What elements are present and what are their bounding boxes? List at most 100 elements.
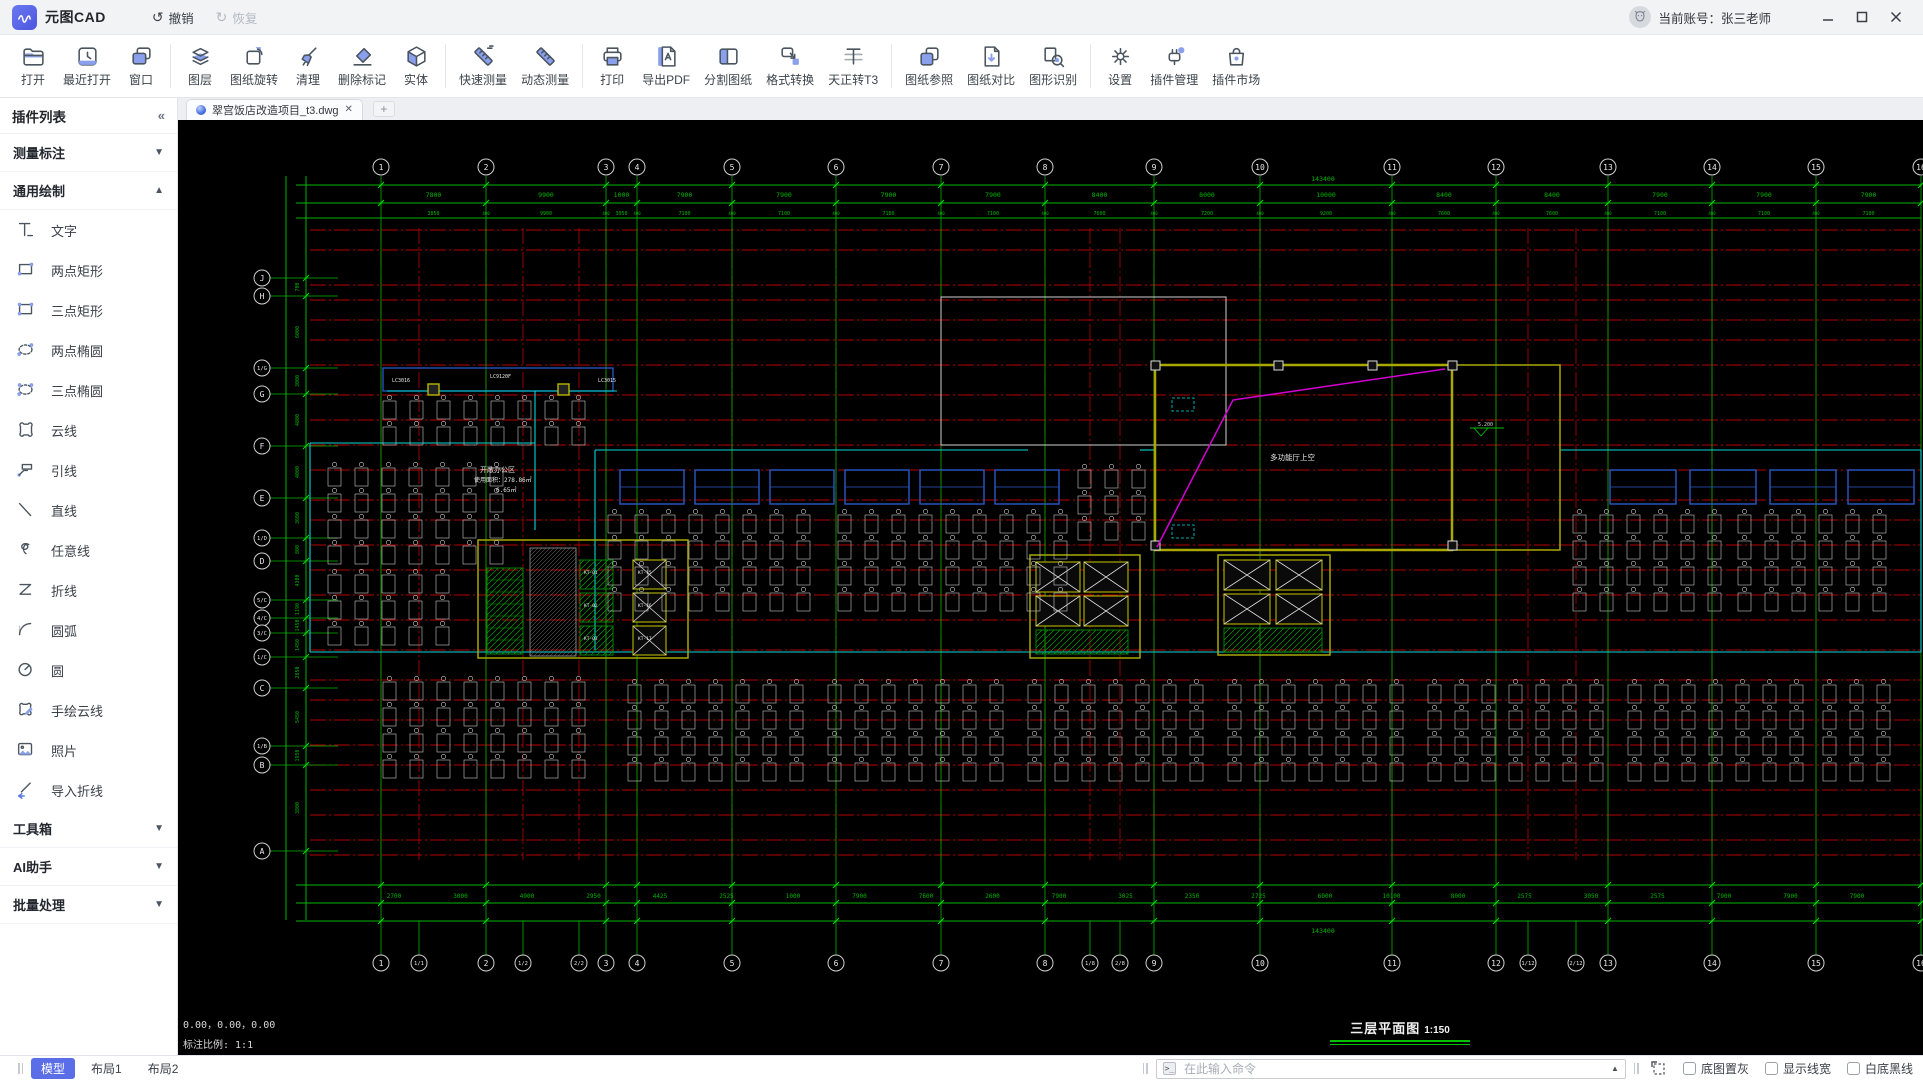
command-grip[interactable] xyxy=(1142,1063,1148,1074)
sidebar-section-label: 通用绘制 xyxy=(13,184,66,199)
cad-canvas[interactable]: 7800 3850 9900 9900 1000 3050 7900 7100 7900 7100… xyxy=(178,120,1923,1055)
svg-text:8: 8 xyxy=(1043,959,1048,968)
layout-tab-layout1[interactable]: 布局1 xyxy=(81,1058,132,1079)
toolbar-button-pdf[interactable]: 导出PDF xyxy=(635,37,697,95)
toolbar-button-broom[interactable]: 清理 xyxy=(285,37,331,95)
sidebar-item-cloud[interactable]: 云线 xyxy=(0,410,177,450)
underlay-capture-icon[interactable] xyxy=(1651,1060,1667,1077)
toolbar-button-ruler-dynamic[interactable]: 动态测量 xyxy=(514,37,576,95)
sidebar-collapse-icon[interactable]: « xyxy=(158,108,165,123)
checkbox-white-bg[interactable] xyxy=(1846,1062,1860,1075)
toolbar-button-eraser[interactable]: 删除标记 xyxy=(331,37,393,95)
sidebar-item-rect-2pt[interactable]: 两点矩形 xyxy=(0,250,177,290)
toolbar-button-window[interactable]: 窗口 xyxy=(118,37,164,95)
toggle-underlay-gray[interactable]: 底图置灰 xyxy=(1682,1060,1749,1077)
command-dropdown-icon[interactable]: ▲ xyxy=(1611,1064,1619,1073)
svg-text:4900: 4900 xyxy=(520,893,535,900)
cad-drawing-svg[interactable]: 7800385099009900100030507900710079007100… xyxy=(178,120,1923,1055)
rect-2pt-icon xyxy=(17,262,34,276)
svg-text:G: G xyxy=(260,390,265,399)
sidebar-item-text-tool[interactable]: 文字 xyxy=(0,210,177,250)
undo-icon: ↺ xyxy=(151,9,164,25)
sidebar-section-measure-annotate[interactable]: 测量标注 ▼ xyxy=(0,134,177,172)
toolbar-button-sheet-rotate[interactable]: 图纸旋转 xyxy=(223,37,285,95)
ruler-dynamic-icon xyxy=(535,47,555,66)
sidebar-section-label: 批量处理 xyxy=(13,898,66,913)
cursor-coords-readout: 0.00，0.00，0.00 xyxy=(183,1020,276,1031)
sidebar-item-import-polyline[interactable]: 导入折线 xyxy=(0,770,177,810)
toggle-label: 底图置灰 xyxy=(1700,1062,1749,1076)
toggle-show-lineweight[interactable]: 显示线宽 xyxy=(1764,1060,1831,1077)
checkbox-show-lineweight[interactable] xyxy=(1764,1062,1778,1075)
toolbar-button-ruler-quick[interactable]: 快速测量 xyxy=(452,37,514,95)
toolbar-button-gear[interactable]: 设置 xyxy=(1097,37,1143,95)
toggle-white-bg[interactable]: 白底黑线 xyxy=(1846,1060,1913,1077)
toolbar-button-split-sheet[interactable]: 分割图纸 xyxy=(697,37,759,95)
toolbar-button-shape-recognize[interactable]: 图形识别 xyxy=(1022,37,1084,95)
sidebar-item-ellipse-3pt[interactable]: 三点椭圆 xyxy=(0,370,177,410)
toolbar-button-recent[interactable]: 最近打开 xyxy=(56,37,118,95)
toolbar-button-plugin-market[interactable]: 插件市场 xyxy=(1205,37,1267,95)
svg-text:400: 400 xyxy=(728,211,736,216)
eraser-icon xyxy=(352,47,372,66)
toolbar-button-cube[interactable]: 实体 xyxy=(393,37,439,95)
toolbar-button-plugin-manage[interactable]: 插件管理 xyxy=(1143,37,1205,95)
redo-button[interactable]: ↻ 恢复 xyxy=(216,8,258,27)
layout-tab-model[interactable]: 模型 xyxy=(31,1058,76,1079)
svg-text:400: 400 xyxy=(1604,211,1612,216)
toolbar-button-open-folder[interactable]: 打开 xyxy=(10,37,56,95)
command-prompt-icon: >_ xyxy=(1162,1062,1176,1075)
sidebar-item-ellipse-2pt[interactable]: 两点椭圆 xyxy=(0,330,177,370)
svg-text:9200: 9200 xyxy=(1320,211,1332,217)
new-tab-button[interactable]: + xyxy=(372,101,395,117)
toolbar-button-sheet-compare[interactable]: 图纸对比 xyxy=(960,37,1022,95)
sidebar-item-cloud-freehand[interactable]: 手绘云线 xyxy=(0,690,177,730)
toolbar-button-sheet-ref[interactable]: 图纸参照 xyxy=(898,37,960,95)
maximize-button[interactable] xyxy=(1845,4,1879,30)
toolbar-button-printer[interactable]: 打印 xyxy=(589,37,635,95)
command-box[interactable]: >_ ▲ xyxy=(1155,1058,1626,1079)
svg-text:7200: 7200 xyxy=(1201,211,1213,217)
sidebar-section-ai-assistant[interactable]: AI助手 ▼ xyxy=(0,848,177,886)
toolbar-button-layers[interactable]: 图层 xyxy=(177,37,223,95)
circle-icon xyxy=(18,662,32,677)
toggle-label: 显示线宽 xyxy=(1782,1062,1831,1076)
svg-text:400: 400 xyxy=(1492,211,1500,216)
recent-icon xyxy=(77,47,97,66)
tab-close-icon[interactable]: ✕ xyxy=(345,105,353,115)
svg-text:700: 700 xyxy=(295,282,301,291)
account-area[interactable]: 当前账号：张三老师 xyxy=(1629,6,1771,28)
toolbar-label: 图纸参照 xyxy=(905,73,954,87)
svg-text:6000: 6000 xyxy=(1318,893,1333,900)
sidebar-item-leader[interactable]: 引线 xyxy=(0,450,177,490)
sidebar-item-rect-3pt[interactable]: 三点矩形 xyxy=(0,290,177,330)
command-input[interactable] xyxy=(1181,1060,1606,1077)
sidebar-item-line[interactable]: 直线 xyxy=(0,490,177,530)
svg-text:4000: 4000 xyxy=(295,466,301,478)
tab-bar: 翠宫饭店改造项目_t3.dwg ✕ + xyxy=(178,98,1923,120)
toolbar-label: 图纸对比 xyxy=(967,73,1016,87)
svg-text:16: 16 xyxy=(1916,959,1923,968)
svg-text:1/12: 1/12 xyxy=(1521,961,1534,967)
sidebar-section-general-draw[interactable]: 通用绘制 ▲ xyxy=(0,172,177,210)
undo-button[interactable]: ↺ 撤销 xyxy=(152,8,194,27)
minimize-button[interactable] xyxy=(1811,4,1845,30)
statusbar-grip-left[interactable] xyxy=(18,1063,23,1074)
toggles-grip[interactable] xyxy=(1633,1063,1639,1074)
document-tab[interactable]: 翠宫饭店改造项目_t3.dwg ✕ xyxy=(186,99,363,120)
sidebar-item-circle[interactable]: 圆 xyxy=(0,650,177,690)
checkbox-underlay-gray[interactable] xyxy=(1682,1062,1696,1075)
toolbar-button-t3[interactable]: 天正转T3 xyxy=(821,37,885,95)
sidebar-section-toolbox[interactable]: 工具箱 ▼ xyxy=(0,810,177,848)
sidebar-section-batch-process[interactable]: 批量处理 ▼ xyxy=(0,886,177,924)
sidebar-item-arc[interactable]: 圆弧 xyxy=(0,610,177,650)
svg-text:7900: 7900 xyxy=(852,893,867,900)
close-button[interactable] xyxy=(1879,4,1913,30)
sidebar-item-polyline[interactable]: 折线 xyxy=(0,570,177,610)
sidebar-item-photo[interactable]: 照片 xyxy=(0,730,177,770)
toolbar-label: 快速测量 xyxy=(459,73,508,87)
layout-tab-layout2[interactable]: 布局2 xyxy=(138,1058,189,1079)
toolbar-button-convert[interactable]: 格式转换 xyxy=(759,37,821,95)
svg-text:KT-17: KT-17 xyxy=(638,636,652,642)
sidebar-item-freehand[interactable]: 任意线 xyxy=(0,530,177,570)
